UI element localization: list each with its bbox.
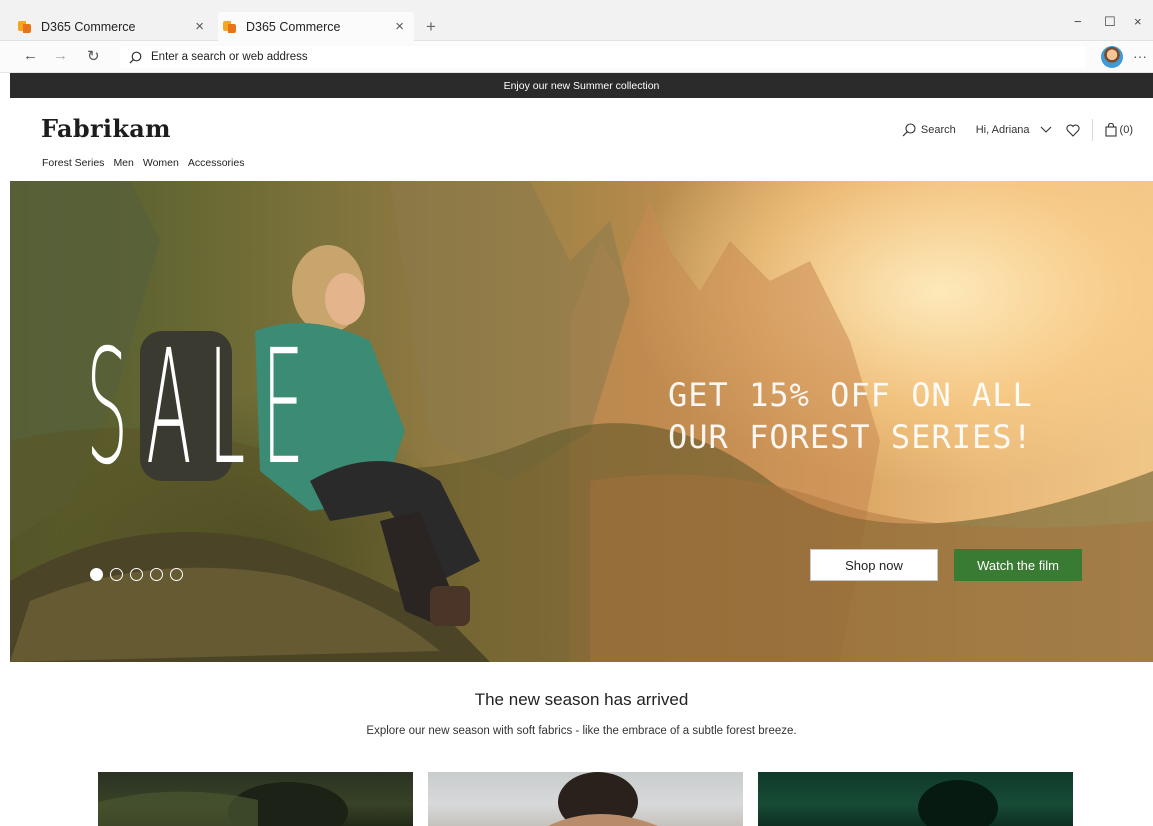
nav-item-forest-series[interactable]: Forest Series [42,157,104,169]
main-nav: Forest Series Men Women Accessories [42,157,244,169]
browser-tab-2[interactable]: D365 Commerce × [218,12,414,41]
watch-film-button[interactable]: Watch the film [954,549,1082,581]
carousel-dot[interactable] [90,568,103,581]
hero-banner: SALE GET 15% OFF ON ALL OUR FOREST SERIE… [10,181,1153,662]
address-placeholder: Enter a search or web address [151,51,308,63]
hero-headline: GET 15% OFF ON ALL OUR FOREST SERIES! [668,374,1108,458]
carousel-indicators [90,568,183,581]
browser-tab-bar: D365 Commerce × D365 Commerce × + − ☐ × [0,0,1153,41]
nav-item-accessories[interactable]: Accessories [188,157,245,169]
profile-icon[interactable] [1101,46,1123,68]
refresh-icon[interactable]: ↻ [87,47,100,65]
address-bar-row: ← → ↻ Enter a search or web address ··· [0,41,1153,73]
search-icon [129,51,145,64]
site-logo[interactable]: Fabrikam [41,114,171,143]
close-icon[interactable]: × [395,18,404,35]
account-menu[interactable]: Hi, Adriana [976,124,1052,136]
nav-item-women[interactable]: Women [143,157,179,169]
hero-headline-line-2: OUR FOREST SERIES! [668,418,1033,456]
wishlist-button[interactable] [1065,124,1080,137]
close-icon[interactable]: × [195,18,204,35]
header-divider [1091,119,1093,141]
tab-title: D365 Commerce [41,19,136,34]
search-label: Search [920,124,956,136]
product-card-image[interactable] [98,772,413,826]
promo-text: Enjoy our new Summer collection [503,79,660,92]
section-title: The new season has arrived [474,690,689,709]
nav-item-men[interactable]: Men [113,157,133,169]
sale-heading: SALE [86,316,321,500]
chevron-down-icon [1040,126,1052,134]
address-input[interactable]: Enter a search or web address [120,46,1085,68]
heart-icon [1065,124,1080,137]
section-subtitle: Explore our new season with soft fabrics… [366,725,797,737]
shopping-bag-icon [1104,123,1117,137]
hero-headline-line-1: GET 15% OFF ON ALL [668,376,1033,414]
forward-icon[interactable]: → [53,47,68,64]
shop-now-button[interactable]: Shop now [810,549,938,581]
header-actions: Search Hi, Adriana (0) [902,119,1133,141]
back-icon[interactable]: ← [23,47,38,64]
search-icon [902,123,916,137]
carousel-dot[interactable] [150,568,163,581]
maximize-button[interactable]: ☐ [1104,14,1116,30]
minimize-button[interactable]: − [1074,14,1082,29]
promo-banner: Enjoy our new Summer collection [10,73,1153,98]
product-card-image[interactable] [428,772,743,826]
cart-button[interactable]: (0) [1104,123,1133,137]
window-close-button[interactable]: × [1134,14,1142,29]
greeting-label: Hi, Adriana [975,124,1030,136]
plus-icon[interactable]: + [426,17,436,37]
product-card-image[interactable] [758,772,1073,826]
favicon-icon [223,20,236,33]
cart-count: (0) [1119,124,1133,136]
search-button[interactable]: Search [902,123,956,137]
browser-tab-1[interactable]: D365 Commerce × [18,12,214,41]
carousel-dot[interactable] [170,568,183,581]
carousel-dot[interactable] [130,568,143,581]
tab-title: D365 Commerce [246,19,341,34]
site-header: Fabrikam Forest Series Men Women Accesso… [10,98,1153,181]
carousel-dot[interactable] [110,568,123,581]
more-icon[interactable]: ··· [1133,48,1147,64]
favicon-icon [18,20,31,33]
